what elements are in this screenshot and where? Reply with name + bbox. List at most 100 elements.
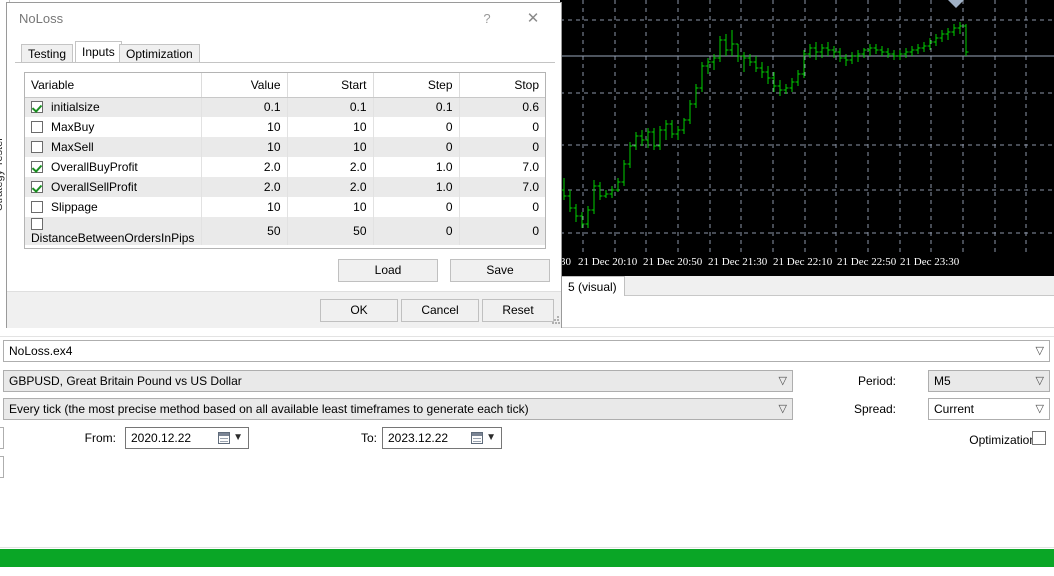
chart-time-axis: 30 21 Dec 20:10 21 Dec 20:50 21 Dec 21:30 21… bbox=[560, 252, 1054, 276]
optimization-label: Optimization bbox=[969, 433, 1036, 447]
expert-properties-dialog[interactable]: NoLoss ? ✕ Testing Inputs Optimization V… bbox=[6, 2, 562, 328]
table-row[interactable]: OverallBuyProfit 2.0 2.0 1.0 7.0 bbox=[25, 157, 545, 177]
chevron-down-icon[interactable]: ▽ bbox=[779, 371, 787, 391]
cell-start[interactable]: 2.0 bbox=[287, 157, 374, 177]
col-header-stop[interactable]: Stop bbox=[459, 73, 545, 98]
cell-variable[interactable]: OverallSellProfit bbox=[25, 177, 202, 197]
cell-stop[interactable]: 0 bbox=[459, 197, 545, 217]
load-button[interactable]: Load bbox=[338, 259, 438, 282]
row-checkbox[interactable] bbox=[31, 101, 43, 114]
chart-tab-visual[interactable]: 5 (visual) bbox=[560, 276, 625, 296]
cell-value[interactable]: 10 bbox=[201, 117, 288, 137]
cell-value[interactable]: 2.0 bbox=[201, 177, 288, 197]
time-axis-label: 21 Dec 22:50 bbox=[837, 256, 897, 268]
dialog-resize-grip[interactable] bbox=[552, 316, 560, 324]
cell-start[interactable]: 2.0 bbox=[287, 177, 374, 197]
col-header-variable[interactable]: Variable bbox=[25, 73, 202, 98]
cell-step[interactable]: 0.1 bbox=[373, 97, 460, 117]
to-date-input[interactable]: 2023.12.22 ▼ bbox=[382, 427, 502, 449]
cell-stop[interactable]: 7.0 bbox=[459, 157, 545, 177]
calendar-icon[interactable] bbox=[218, 432, 230, 444]
chevron-down-icon[interactable]: ▽ bbox=[779, 399, 787, 419]
cell-step[interactable]: 1.0 bbox=[373, 157, 460, 177]
cell-value[interactable]: 10 bbox=[201, 137, 288, 157]
save-button[interactable]: Save bbox=[450, 259, 550, 282]
table-row[interactable]: MaxSell 10 10 0 0 bbox=[25, 137, 545, 157]
row-checkbox[interactable] bbox=[31, 201, 43, 213]
cell-stop[interactable]: 0.6 bbox=[459, 97, 545, 117]
cell-step[interactable]: 0 bbox=[373, 117, 460, 137]
row-checkbox[interactable] bbox=[31, 161, 43, 173]
cell-step[interactable]: 0 bbox=[373, 217, 460, 245]
help-icon[interactable]: ? bbox=[469, 8, 505, 30]
calendar-icon[interactable] bbox=[471, 432, 483, 444]
cell-variable[interactable]: Slippage bbox=[25, 197, 202, 217]
cell-stop[interactable]: 0 bbox=[459, 137, 545, 157]
from-label: From: bbox=[84, 431, 116, 445]
cell-value[interactable]: 0.1 bbox=[201, 97, 288, 117]
row-checkbox[interactable] bbox=[31, 141, 43, 153]
cell-value[interactable]: 2.0 bbox=[201, 157, 288, 177]
chevron-down-icon[interactable]: ▽ bbox=[1036, 341, 1044, 361]
spread-select[interactable]: Current ▽ bbox=[928, 398, 1050, 420]
dialog-titlebar[interactable]: NoLoss ? ✕ bbox=[7, 3, 561, 34]
to-date-value: 2023.12.22 bbox=[388, 431, 449, 445]
expert-select-value: NoLoss.ex4 bbox=[9, 344, 73, 358]
row-checkbox[interactable] bbox=[31, 121, 43, 133]
cell-variable[interactable]: DistanceBetweenOrdersInPips bbox=[25, 217, 202, 245]
table-row[interactable]: initialsize 0.1 0.1 0.1 0.6 bbox=[25, 97, 545, 117]
cell-stop[interactable]: 0 bbox=[459, 217, 545, 245]
time-axis-label: 21 Dec 20:10 bbox=[578, 256, 638, 268]
cell-step[interactable]: 0 bbox=[373, 197, 460, 217]
from-date-input[interactable]: 2020.12.22 ▼ bbox=[125, 427, 249, 449]
optimization-checkbox[interactable] bbox=[1032, 431, 1046, 445]
use-date-checkbox[interactable] bbox=[0, 427, 4, 449]
close-icon[interactable]: ✕ bbox=[511, 6, 555, 32]
table-row[interactable]: MaxBuy 10 10 0 0 bbox=[25, 117, 545, 137]
cell-start[interactable]: 10 bbox=[287, 137, 374, 157]
cell-variable[interactable]: MaxSell bbox=[25, 137, 202, 157]
cell-start[interactable]: 10 bbox=[287, 197, 374, 217]
col-header-value[interactable]: Value bbox=[201, 73, 288, 98]
tab-optimization[interactable]: Optimization bbox=[119, 44, 200, 63]
cell-start[interactable]: 10 bbox=[287, 117, 374, 137]
cell-start[interactable]: 50 bbox=[287, 217, 374, 245]
symbol-select[interactable]: GBPUSD, Great Britain Pound vs US Dollar… bbox=[3, 370, 793, 392]
cell-value[interactable]: 50 bbox=[201, 217, 288, 245]
chevron-down-icon[interactable]: ▽ bbox=[1036, 371, 1044, 391]
tab-testing[interactable]: Testing bbox=[21, 44, 74, 63]
cell-variable[interactable]: MaxBuy bbox=[25, 117, 202, 137]
row-checkbox[interactable] bbox=[31, 181, 43, 193]
cell-step[interactable]: 0 bbox=[373, 137, 460, 157]
chevron-down-icon[interactable]: ▼ bbox=[486, 428, 496, 448]
tab-inputs[interactable]: Inputs bbox=[75, 41, 122, 63]
chevron-down-icon[interactable]: ▼ bbox=[233, 428, 243, 448]
visual-mode-checkbox[interactable] bbox=[0, 456, 4, 478]
panel-bottom-divider bbox=[0, 547, 1054, 548]
vertical-tab-label: Strategy Tester bbox=[0, 137, 5, 211]
row-checkbox[interactable] bbox=[31, 218, 43, 230]
period-select[interactable]: M5 ▽ bbox=[928, 370, 1050, 392]
cell-variable[interactable]: initialsize bbox=[25, 97, 202, 117]
price-chart[interactable]: 30 21 Dec 20:10 21 Dec 20:50 21 Dec 21:30 21… bbox=[560, 0, 1054, 276]
variable-name: OverallBuyProfit bbox=[51, 160, 138, 174]
cell-start[interactable]: 0.1 bbox=[287, 97, 374, 117]
chevron-down-icon[interactable]: ▽ bbox=[1036, 399, 1044, 419]
expert-select[interactable]: NoLoss.ex4 ▽ bbox=[3, 340, 1050, 362]
cell-stop[interactable]: 0 bbox=[459, 117, 545, 137]
ok-button[interactable]: OK bbox=[320, 299, 398, 322]
col-header-start[interactable]: Start bbox=[287, 73, 374, 98]
cell-stop[interactable]: 7.0 bbox=[459, 177, 545, 197]
table-row[interactable]: DistanceBetweenOrdersInPips 50 50 0 0 bbox=[25, 217, 545, 245]
col-header-step[interactable]: Step bbox=[373, 73, 460, 98]
table-row[interactable]: OverallSellProfit 2.0 2.0 1.0 7.0 bbox=[25, 177, 545, 197]
model-select[interactable]: Every tick (the most precise method base… bbox=[3, 398, 793, 420]
variable-name: MaxBuy bbox=[51, 120, 95, 134]
reset-button[interactable]: Reset bbox=[482, 299, 554, 322]
cell-variable[interactable]: OverallBuyProfit bbox=[25, 157, 202, 177]
cancel-button[interactable]: Cancel bbox=[401, 299, 479, 322]
table-row[interactable]: Slippage 10 10 0 0 bbox=[25, 197, 545, 217]
inputs-table-container[interactable]: Variable Value Start Step Stop initialsi… bbox=[24, 72, 546, 249]
cell-value[interactable]: 10 bbox=[201, 197, 288, 217]
cell-step[interactable]: 1.0 bbox=[373, 177, 460, 197]
